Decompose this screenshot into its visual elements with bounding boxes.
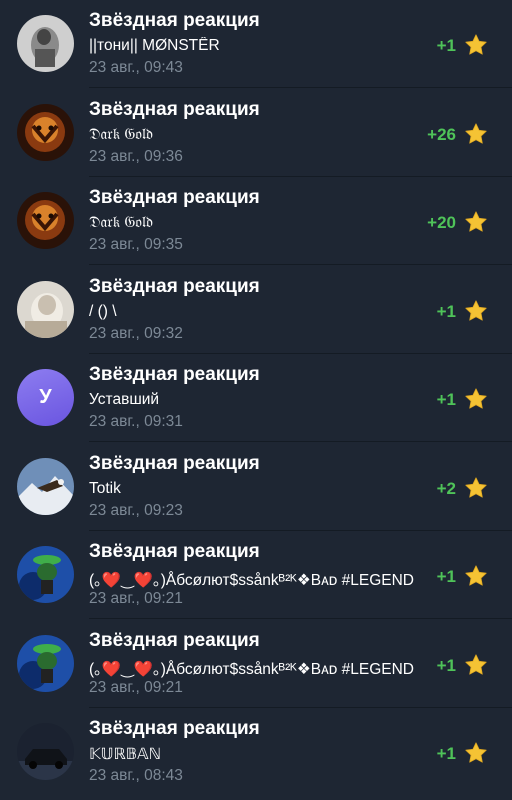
timestamp: 23 авг., 08:43	[89, 767, 183, 784]
avatar[interactable]	[17, 457, 74, 515]
sender-name: Totik	[89, 479, 121, 497]
timestamp: 23 авг., 09:31	[89, 413, 183, 430]
avatar-photo-icon	[17, 546, 74, 603]
sender-name: (｡❤️‿❤️｡)Åбсøлют$ssånkᴮ²ᴷ❖Bᴀᴅ #LEGEND	[89, 660, 414, 678]
timestamp: 23 авг., 09:43	[89, 59, 183, 76]
avatar[interactable]	[17, 103, 74, 161]
notification-row[interactable]: Звёздная реакция / () \ 23 авг., 09:32 +…	[0, 266, 512, 354]
timestamp: 23 авг., 09:36	[89, 147, 183, 165]
timestamp: 23 авг., 09:21	[89, 678, 183, 696]
notification-title: Звёздная реакция	[89, 187, 260, 208]
notification-title: Звёздная реакция	[89, 10, 260, 31]
avatar[interactable]	[17, 280, 74, 338]
star-amount: +2	[436, 478, 456, 498]
notification-list: Звёздная реакция ||тони|| MØNSTÊR 23 авг…	[0, 0, 512, 800]
avatar-photo-icon	[17, 457, 74, 515]
timestamp: 23 авг., 09:32	[89, 324, 183, 342]
notification-row[interactable]: Звёздная реакция Totik 23 авг., 09:23 +2	[0, 443, 512, 531]
star-amount: +1	[436, 36, 456, 55]
notification-row[interactable]: Звёздная реакция 𝕂𝕌ℝ𝔹𝔸ℕ 23 авг., 08:43 +…	[0, 708, 512, 796]
notification-title: Звёздная реакция	[89, 541, 260, 562]
notification-title: Звёздная реакция	[89, 275, 260, 297]
notification-title: Звёздная реакция	[89, 718, 260, 739]
avatar-photo-icon	[17, 280, 74, 338]
star-amount: +1	[436, 655, 456, 675]
star-amount: +1	[436, 301, 456, 321]
notification-title: Звёздная реакция	[89, 452, 260, 474]
star-amount: +26	[427, 124, 456, 144]
sender-name: (｡❤️‿❤️｡)Åбсøлют$ssånkᴮ²ᴷ❖Bᴀᴅ #LEGEND	[89, 572, 414, 589]
star-amount: +20	[427, 213, 456, 232]
sender-name: / () \	[89, 302, 117, 320]
notification-title: Звёздная реакция	[89, 629, 260, 651]
avatar[interactable]	[17, 634, 74, 692]
avatar-letter: У	[17, 369, 74, 426]
sender-name: 𝔇𝔞𝔯𝔨 𝔊𝔬𝔩𝔡	[89, 214, 153, 231]
avatar-photo-icon	[17, 192, 74, 249]
avatar-photo-icon	[17, 723, 74, 780]
avatar[interactable]	[17, 546, 74, 603]
star-amount: +1	[436, 567, 456, 586]
notification-title: Звёздная реакция	[89, 98, 260, 120]
star-icon	[464, 564, 488, 588]
star-icon	[464, 476, 488, 500]
star-icon	[464, 299, 488, 323]
star-icon	[464, 33, 488, 57]
star-icon	[464, 210, 488, 234]
avatar[interactable]: У	[17, 369, 74, 426]
avatar-photo-icon	[17, 15, 74, 72]
avatar[interactable]	[17, 15, 74, 72]
sender-name: 𝕂𝕌ℝ𝔹𝔸ℕ	[89, 746, 162, 763]
notification-row[interactable]: Звёздная реакция 𝔇𝔞𝔯𝔨 𝔊𝔬𝔩𝔡 23 авг., 09:3…	[0, 177, 512, 265]
timestamp: 23 авг., 09:21	[89, 590, 183, 607]
notification-row[interactable]: Звёздная реакция (｡❤️‿❤️｡)Åбсøлют$ssånkᴮ…	[0, 620, 512, 708]
avatar[interactable]	[17, 723, 74, 780]
star-icon	[464, 741, 488, 765]
timestamp: 23 авг., 09:23	[89, 501, 183, 519]
star-icon	[464, 653, 488, 677]
notification-row[interactable]: Звёздная реакция 𝔇𝔞𝔯𝔨 𝔊𝔬𝔩𝔡 23 авг., 09:3…	[0, 89, 512, 177]
star-icon	[464, 387, 488, 411]
notification-row[interactable]: Звёздная реакция ||тони|| MØNSTÊR 23 авг…	[0, 0, 512, 88]
avatar-photo-icon	[17, 634, 74, 692]
star-amount: +1	[436, 390, 456, 409]
notification-row[interactable]: У Звёздная реакция Уставший 23 авг., 09:…	[0, 354, 512, 442]
avatar-photo-icon	[17, 103, 74, 161]
sender-name: 𝔇𝔞𝔯𝔨 𝔊𝔬𝔩𝔡	[89, 125, 153, 143]
notification-row[interactable]: Звёздная реакция (｡❤️‿❤️｡)Åбсøлют$ssånkᴮ…	[0, 531, 512, 619]
sender-name: Уставший	[89, 391, 160, 408]
star-icon	[464, 122, 488, 146]
avatar[interactable]	[17, 192, 74, 249]
star-amount: +1	[436, 744, 456, 763]
timestamp: 23 авг., 09:35	[89, 236, 183, 253]
sender-name: ||тони|| MØNSTÊR	[89, 37, 220, 54]
notification-title: Звёздная реакция	[89, 364, 260, 385]
